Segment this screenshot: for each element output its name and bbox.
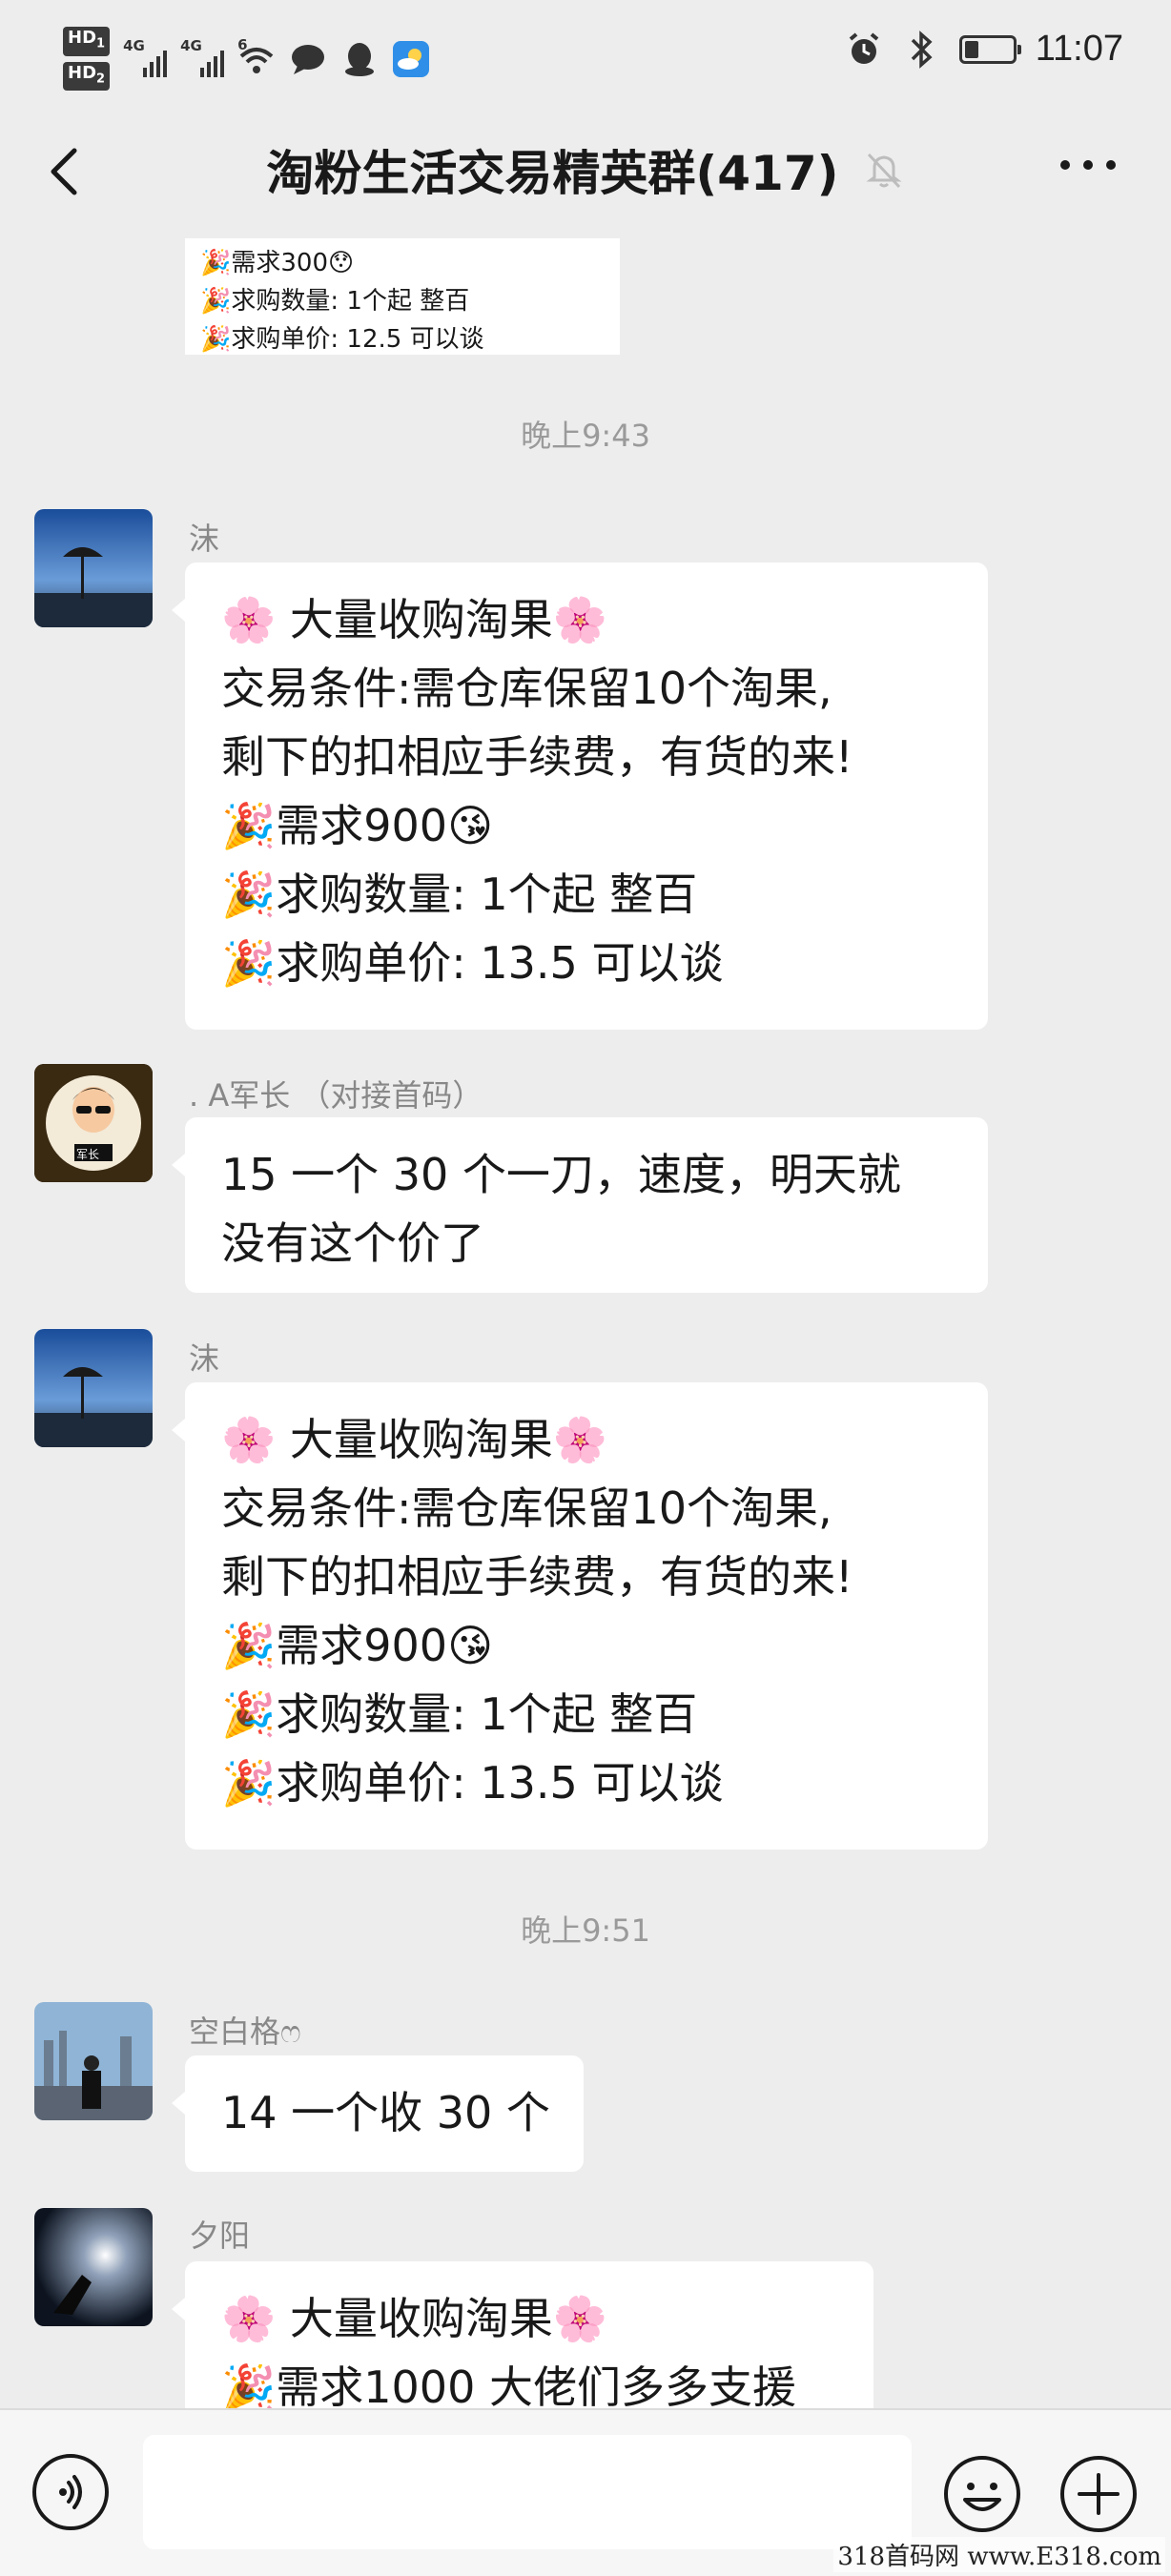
timestamp: 晚上9:43: [521, 418, 650, 454]
hand-light-avatar-icon: [34, 2208, 153, 2326]
message-line: 15 一个 30 个一刀，速度，明天就: [221, 1149, 901, 1200]
wifi-icon: 6: [237, 36, 276, 78]
cartoon-person-avatar-icon: [34, 1064, 153, 1182]
status-bar: HD1 HD2 4G 4G 6 11:07: [0, 0, 1171, 114]
message-icon: [289, 40, 327, 78]
weather-app-icon: [392, 40, 430, 78]
hd-indicator-2: HD2: [63, 61, 111, 92]
qq-icon: [340, 40, 379, 78]
avatar[interactable]: [34, 1329, 153, 1447]
hd-indicator-1: HD1: [63, 27, 111, 56]
message-line: 🌸 大量收购淘果🌸: [221, 1414, 608, 1465]
message-bubble[interactable]: 🌸 大量收购淘果🌸 交易条件:需仓库保留10个淘果, 剩下的扣相应手续费，有货的…: [172, 1382, 988, 1850]
signal-icon-2: 4G: [180, 37, 225, 81]
message-line: 🎉需求900😘: [221, 1620, 494, 1671]
message-line: 🎉求购数量: 1个起 整百: [221, 1688, 698, 1740]
message-line: 14 一个收 30 个: [221, 2087, 550, 2138]
signal-icon-1: 4G: [123, 37, 168, 81]
emoji-icon: [944, 2456, 1020, 2532]
avatar[interactable]: [34, 509, 153, 627]
message-line: 🌸 大量收购淘果🌸: [221, 2293, 608, 2344]
plus-button[interactable]: [1058, 2454, 1139, 2534]
message-line: 🌸 大量收购淘果🌸: [221, 594, 608, 645]
message-line: 🎉求购单价: 13.5 可以谈: [221, 937, 724, 989]
chat-header: 淘粉生活交易精英群(417): [0, 114, 1171, 238]
sender-name: 夕阳: [189, 2218, 251, 2254]
watermark: 318首码网 www.E318.com: [833, 2537, 1165, 2572]
battery-icon: [958, 34, 1021, 64]
image-message-line: 🎉求购单价: 12.5 可以谈: [200, 325, 484, 354]
sender-name: . A军长 （对接首码）: [189, 1077, 483, 1114]
voice-button[interactable]: [32, 2454, 109, 2530]
message-line: 🎉求购数量: 1个起 整百: [221, 869, 698, 920]
message-line: 🎉需求900😘: [221, 800, 494, 851]
message-line: 没有这个价了: [221, 1217, 484, 1269]
message-line: 交易条件:需仓库保留10个淘果,: [221, 1482, 832, 1534]
chat-title: 淘粉生活交易精英群(417): [266, 146, 839, 201]
status-time: 11:07: [1035, 29, 1123, 69]
sender-name: 沫: [189, 1340, 220, 1377]
message-bubble[interactable]: 14 一个收 30 个: [172, 2055, 584, 2172]
timestamp: 晚上9:51: [521, 1912, 650, 1949]
image-message-line: 🎉求购数量: 1个起 整百: [200, 287, 470, 316]
message-line: 交易条件:需仓库保留10个淘果,: [221, 663, 832, 714]
message-bubble[interactable]: 🌸 大量收购淘果🌸 交易条件:需仓库保留10个淘果, 剩下的扣相应手续费，有货的…: [172, 562, 988, 1030]
avatar[interactable]: 军长: [34, 1064, 153, 1182]
avatar[interactable]: [34, 2002, 153, 2120]
message-input[interactable]: [143, 2435, 912, 2549]
bell-off-icon: [863, 149, 905, 191]
beach-umbrella-avatar-icon: [34, 509, 153, 627]
bluetooth-icon: [902, 30, 940, 69]
message-line: 剩下的扣相应手续费，有货的来!: [221, 1551, 853, 1603]
avatar[interactable]: [34, 2208, 153, 2326]
plus-icon: [1060, 2456, 1137, 2532]
sender-name: 沫: [189, 521, 220, 557]
voice-icon: [59, 2475, 82, 2509]
message-line: 剩下的扣相应手续费，有货的来!: [221, 731, 853, 783]
image-message-line: 🎉需求300😯: [200, 249, 355, 277]
image-message[interactable]: 🎉需求300😯 🎉求购数量: 1个起 整百 🎉求购单价: 12.5 可以谈: [185, 238, 620, 355]
avatar-badge-text: 军长: [76, 1148, 100, 1161]
alarm-icon: [845, 31, 883, 69]
city-person-avatar-icon: [34, 2002, 153, 2120]
message-bubble[interactable]: 15 一个 30 个一刀，速度，明天就 没有这个价了: [172, 1117, 988, 1293]
sender-name: 空白格ෆ: [189, 2014, 301, 2050]
emoji-button[interactable]: [942, 2454, 1022, 2534]
input-bar: 318首码网 www.E318.com: [0, 2408, 1171, 2576]
message-line: 🎉求购单价: 13.5 可以谈: [221, 1757, 724, 1809]
beach-umbrella-avatar-icon: [34, 1329, 153, 1447]
more-button[interactable]: [1060, 160, 1116, 170]
